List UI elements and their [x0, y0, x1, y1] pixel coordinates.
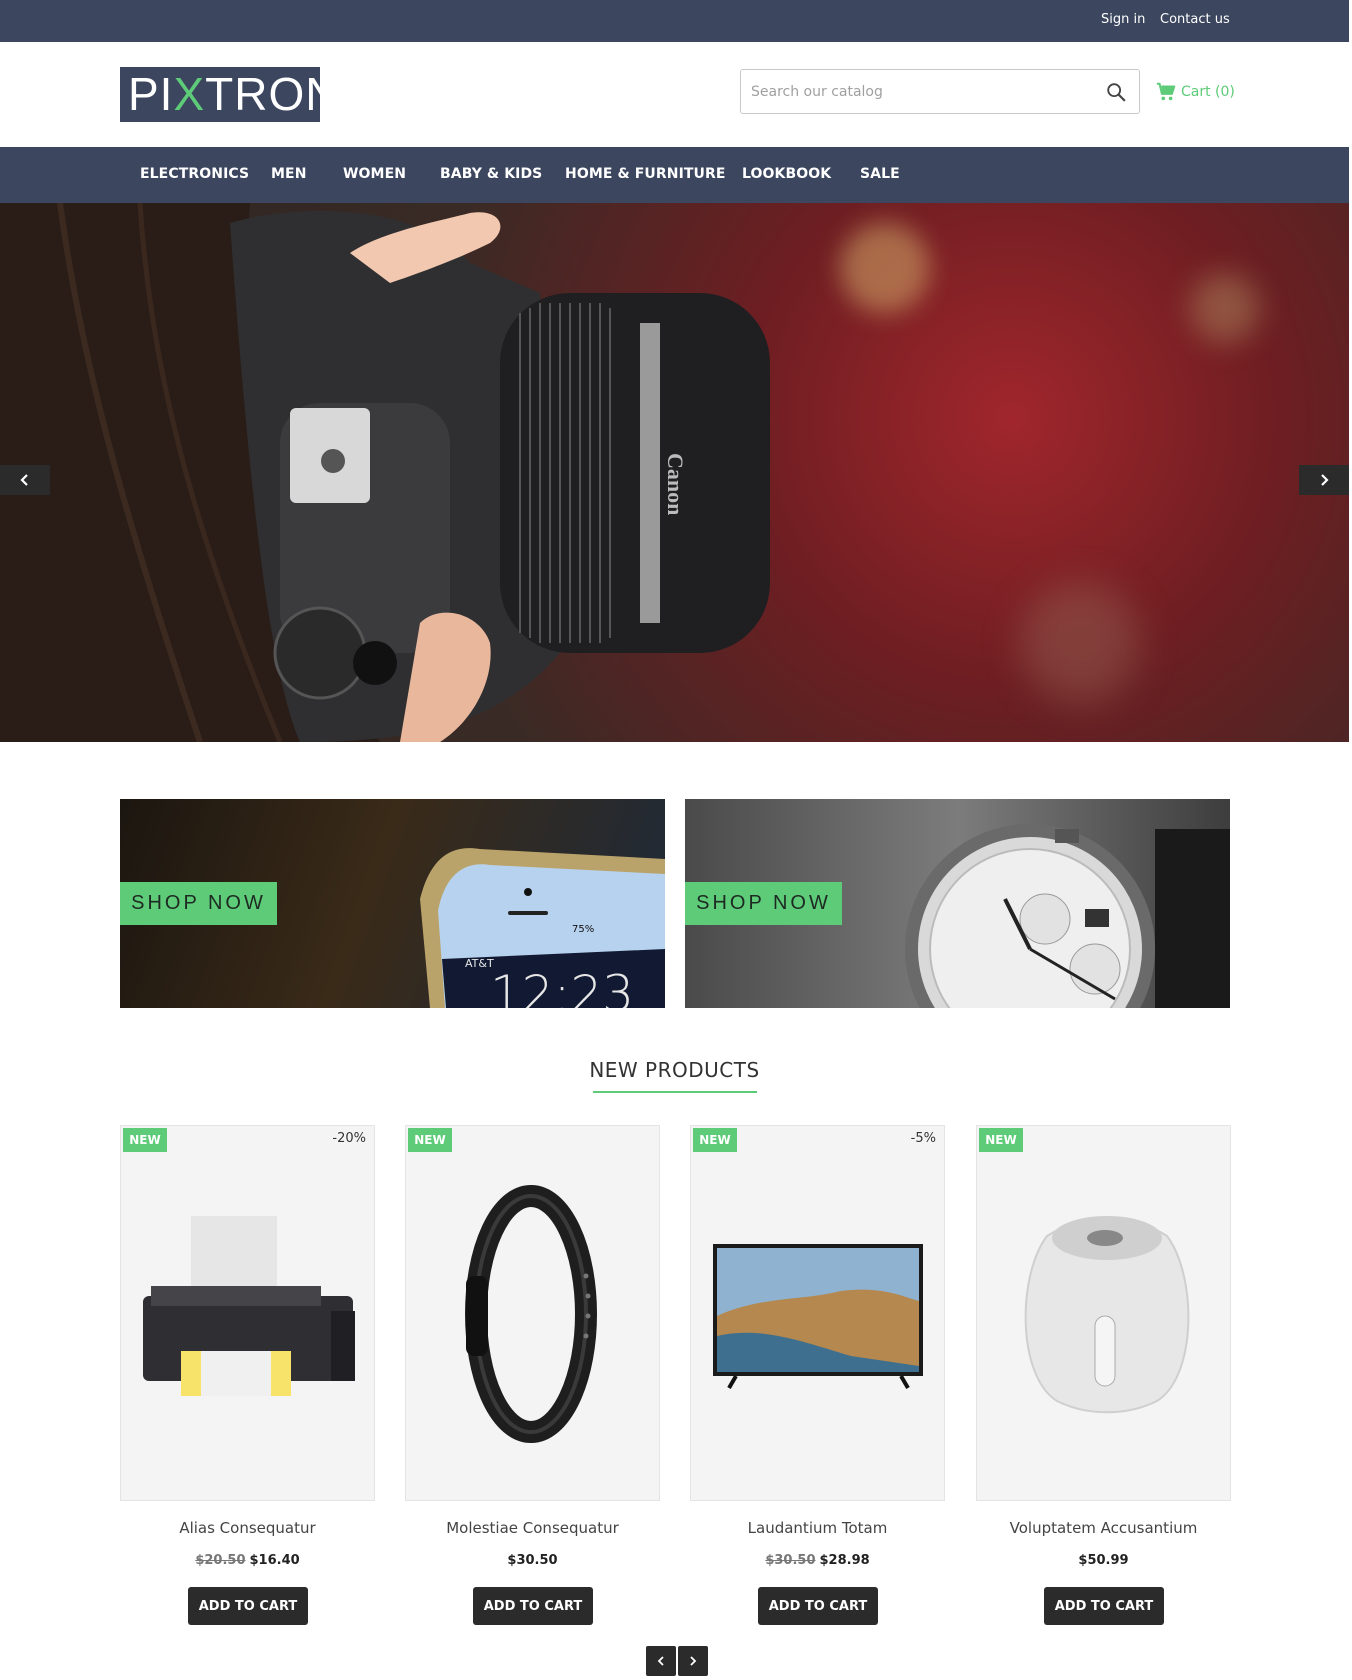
product-name[interactable]: Alias Consequatur [120, 1519, 375, 1537]
product-image-printer [143, 1216, 355, 1396]
nav-item-women[interactable]: WOMEN [343, 166, 406, 182]
product-card[interactable]: NEW -20% [120, 1125, 375, 1501]
hero-slider: Canon [0, 203, 1349, 742]
chevron-right-icon [1321, 474, 1329, 486]
old-price: $30.50 [765, 1553, 816, 1568]
nav-item-baby-kids[interactable]: BABY & KIDS [440, 166, 542, 182]
sign-in-link[interactable]: Sign in [1101, 12, 1145, 27]
search-icon[interactable] [1105, 81, 1127, 103]
cart-label: Cart (0) [1181, 84, 1235, 100]
chevron-left-icon [20, 474, 28, 486]
add-to-cart-button[interactable]: ADD TO CART [473, 1587, 593, 1625]
main-nav: ELECTRONICS MEN WOMEN BABY & KIDS HOME &… [0, 147, 1349, 203]
products-next-button[interactable] [678, 1646, 708, 1676]
new-badge: NEW [408, 1128, 452, 1152]
add-to-cart-button[interactable]: ADD TO CART [188, 1587, 308, 1625]
contact-us-link[interactable]: Contact us [1160, 12, 1230, 27]
current-price: $50.99 [1078, 1553, 1129, 1568]
product-image-fitness-band [465, 1185, 597, 1443]
nav-item-home-furniture[interactable]: HOME & FURNITURE [565, 166, 726, 182]
new-badge: NEW [693, 1128, 737, 1152]
search-box [740, 69, 1140, 114]
product-image-tv [713, 1244, 923, 1390]
cart-icon [1156, 82, 1176, 101]
product-price: $30.50 [405, 1553, 660, 1568]
nav-item-electronics[interactable]: ELECTRONICS [140, 166, 249, 182]
top-bar: Sign in Contact us [0, 0, 1349, 42]
product-price: $50.99 [976, 1553, 1231, 1568]
promo-banner-phone[interactable]: 75% AT&T 12:23 SHOP NOW [120, 799, 665, 1008]
svg-text:12:23: 12:23 [490, 965, 634, 1008]
promo-banner-watch[interactable]: SHOP NOW [685, 799, 1230, 1008]
search-input[interactable] [751, 80, 1091, 104]
product-image-speaker [1024, 1216, 1190, 1414]
hero-camera-image: Canon [0, 203, 770, 742]
svg-text:75%: 75% [572, 924, 594, 935]
nav-item-lookbook[interactable]: LOOKBOOK [742, 166, 831, 182]
current-price: $16.40 [249, 1553, 300, 1568]
old-price: $20.50 [195, 1553, 246, 1568]
product-price: $20.50 $16.40 [120, 1553, 375, 1568]
section-title-new-products: NEW PRODUCTS [589, 1058, 760, 1082]
site-logo[interactable]: PIXTRON [120, 67, 338, 122]
new-badge: NEW [123, 1128, 167, 1152]
chevron-left-icon [657, 1656, 664, 1666]
add-to-cart-button[interactable]: ADD TO CART [758, 1587, 878, 1625]
current-price: $30.50 [507, 1553, 558, 1568]
shop-now-button[interactable]: SHOP NOW [685, 882, 842, 925]
cart-link[interactable]: Cart (0) [1155, 80, 1235, 104]
nav-item-sale[interactable]: SALE [860, 166, 900, 182]
product-card[interactable]: NEW [976, 1125, 1231, 1501]
camera-brand-text: Canon [663, 453, 688, 515]
product-price: $30.50 $28.98 [690, 1553, 945, 1568]
product-name[interactable]: Voluptatem Accusantium [976, 1519, 1231, 1537]
new-badge: NEW [979, 1128, 1023, 1152]
chevron-right-icon [690, 1656, 697, 1666]
discount-badge: -20% [332, 1131, 366, 1146]
product-card[interactable]: NEW [405, 1125, 660, 1501]
nav-item-men[interactable]: MEN [271, 166, 307, 182]
discount-badge: -5% [910, 1131, 936, 1146]
product-card[interactable]: NEW -5% [690, 1125, 945, 1501]
hero-prev-button[interactable] [0, 465, 50, 495]
shop-now-button[interactable]: SHOP NOW [120, 882, 277, 925]
hero-next-button[interactable] [1299, 465, 1349, 495]
product-name[interactable]: Laudantium Totam [690, 1519, 945, 1537]
products-prev-button[interactable] [646, 1646, 676, 1676]
add-to-cart-button[interactable]: ADD TO CART [1044, 1587, 1164, 1625]
title-underline [593, 1091, 757, 1093]
current-price: $28.98 [819, 1553, 870, 1568]
product-name[interactable]: Molestiae Consequatur [405, 1519, 660, 1537]
